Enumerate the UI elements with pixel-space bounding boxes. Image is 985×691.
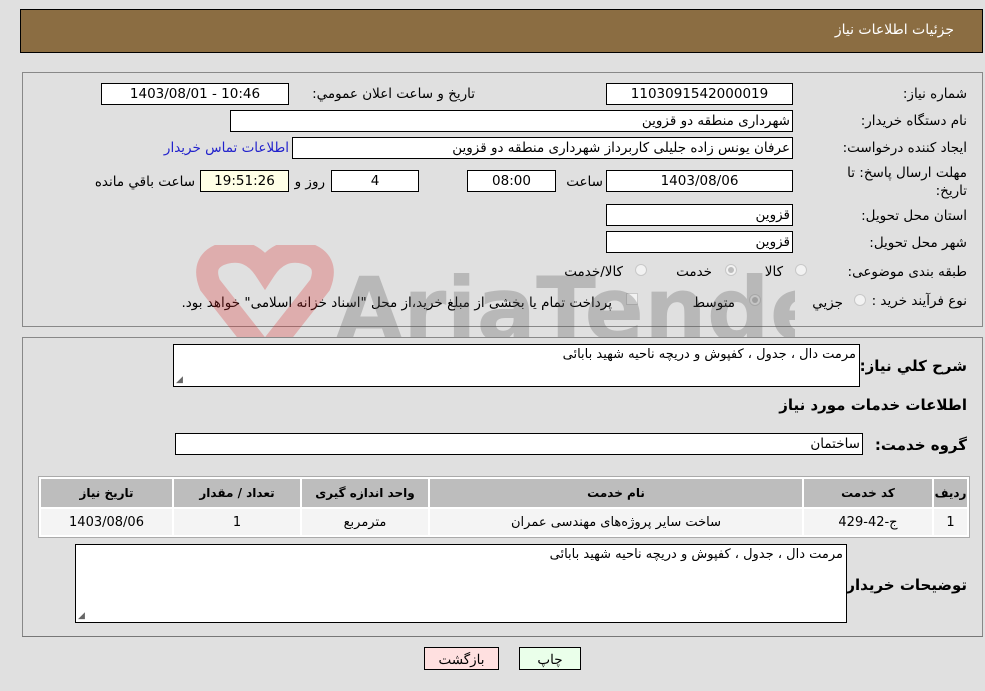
days-field[interactable]: 4 — [331, 170, 419, 192]
buyer-notes-label: توضيحات خريدار: — [840, 576, 967, 594]
announce-field[interactable]: 1403/08/01 - 10:46 — [101, 83, 289, 105]
table-row: 1 ج-42-429 ساخت سایر پروژه‌های مهندسی عم… — [41, 509, 967, 535]
category-radio-service[interactable] — [725, 264, 737, 276]
treasury-checkbox[interactable] — [626, 293, 638, 305]
col-row-number: رديف — [934, 479, 967, 507]
service-group-field[interactable]: ساختمان — [175, 433, 863, 455]
announce-label: تاريخ و ساعت اعلان عمومي: — [312, 86, 475, 102]
buyer-org-label: نام دستگاه خریدار: — [860, 113, 967, 129]
remaining-time-field: 19:51:26 — [200, 170, 289, 192]
process-option-minor: جزيي — [812, 295, 843, 311]
need-number-field[interactable]: 1103091542000019 — [606, 83, 793, 105]
resize-grip-icon[interactable]: ◢ — [78, 612, 85, 621]
creator-field[interactable]: عرفان یونس زاده جلیلی کاربرداز شهرداری م… — [292, 137, 793, 159]
col-service-code: كد خدمت — [804, 479, 932, 507]
process-radio-minor[interactable] — [854, 294, 866, 306]
province-label: استان محل تحویل: — [861, 208, 967, 224]
resize-grip-icon[interactable]: ◢ — [176, 376, 183, 385]
need-number-label: شماره نیاز: — [902, 86, 967, 102]
creator-label: ایجاد کننده درخواست: — [842, 140, 967, 156]
treasury-checkbox-label: پرداخت تمام یا بخشی از مبلغ خرید،از محل … — [181, 295, 612, 311]
process-radio-medium[interactable] — [749, 294, 761, 306]
print-button[interactable]: چاپ — [519, 647, 581, 670]
category-option-service: خدمت — [676, 264, 712, 280]
deadline-date-field[interactable]: 1403/08/06 — [606, 170, 793, 192]
cell-service-code: ج-42-429 — [804, 509, 932, 535]
days-label: روز و — [294, 174, 325, 190]
buyer-org-field[interactable]: شهرداری منطقه دو قزوین — [230, 110, 793, 132]
process-option-medium: متوسط — [692, 295, 735, 311]
col-need-date: تاريخ نياز — [41, 479, 172, 507]
col-service-name: نام خدمت — [430, 479, 802, 507]
province-field[interactable]: قزوین — [606, 204, 793, 226]
services-table: رديف كد خدمت نام خدمت واحد اندازه گيری ت… — [39, 477, 969, 537]
service-group-label: گروه خدمت: — [874, 436, 967, 454]
cell-need-date: 1403/08/06 — [41, 509, 172, 535]
category-radio-goods[interactable] — [795, 264, 807, 276]
table-header-row: رديف كد خدمت نام خدمت واحد اندازه گيری ت… — [41, 479, 967, 507]
remaining-label: ساعت باقي مانده — [94, 174, 195, 190]
deadline-time-label: ساعت — [566, 174, 603, 190]
category-option-goods: کالا — [764, 264, 783, 280]
category-label: طبقه بندی موضوعی: — [847, 264, 967, 280]
col-unit: واحد اندازه گيری — [302, 479, 428, 507]
description-text: مرمت دال ، جدول ، کفپوش و دریچه ناحیه شه… — [562, 347, 856, 362]
cell-service-name: ساخت سایر پروژه‌های مهندسی عمران — [430, 509, 802, 535]
back-button[interactable]: بازگشت — [424, 647, 499, 670]
buyer-notes-text: مرمت دال ، جدول ، کفپوش و دریچه ناحیه شه… — [549, 547, 843, 562]
services-heading: اطلاعات خدمات مورد نياز — [779, 396, 967, 414]
category-radio-goods-service[interactable] — [635, 264, 647, 276]
description-label: شرح كلي نياز: — [859, 357, 967, 375]
deadline-time-field[interactable]: 08:00 — [467, 170, 556, 192]
category-option-goods-service: کالا/خدمت — [564, 264, 623, 280]
col-quantity: تعداد / مقدار — [174, 479, 300, 507]
city-field[interactable]: قزوین — [606, 231, 793, 253]
page-header: جزئیات اطلاعات نیاز — [20, 9, 983, 53]
process-label: نوع فرآیند خرید : — [871, 293, 967, 309]
cell-row-number: 1 — [934, 509, 967, 535]
city-label: شهر محل تحویل: — [869, 235, 967, 251]
services-table-wrapper: رديف كد خدمت نام خدمت واحد اندازه گيری ت… — [38, 476, 970, 538]
deadline-label: مهلت ارسال پاسخ: تا تاریخ: — [847, 165, 967, 199]
buyer-contact-link[interactable]: اطلاعات تماس خریدار — [164, 140, 289, 156]
description-textarea[interactable]: مرمت دال ، جدول ، کفپوش و دریچه ناحیه شه… — [173, 344, 860, 387]
page-title: جزئیات اطلاعات نیاز — [834, 22, 954, 38]
cell-unit: مترمربع — [302, 509, 428, 535]
footer-divider — [22, 636, 983, 637]
buyer-notes-textarea[interactable]: مرمت دال ، جدول ، کفپوش و دریچه ناحیه شه… — [75, 544, 847, 623]
cell-quantity: 1 — [174, 509, 300, 535]
